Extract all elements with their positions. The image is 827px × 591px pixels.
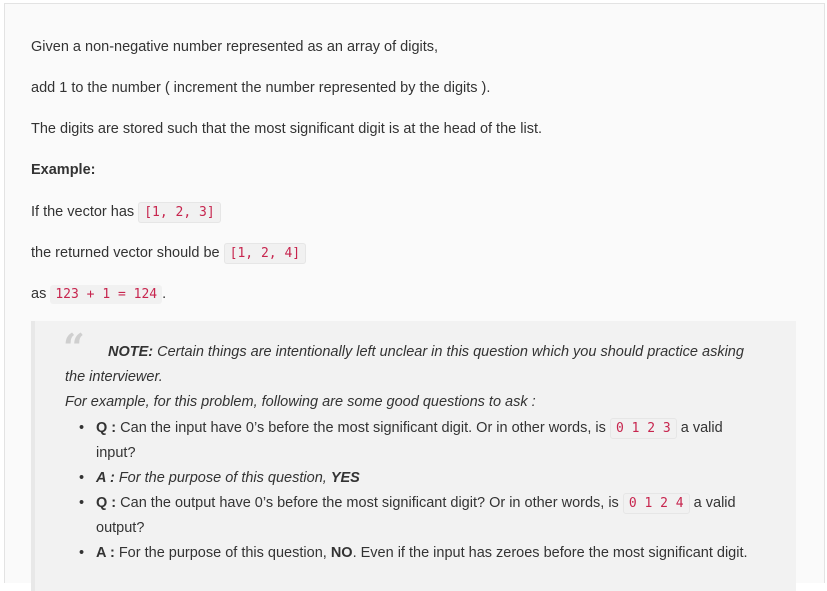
example-heading: Example:	[31, 162, 96, 178]
example-output-line: the returned vector should be [1, 2, 4]	[31, 243, 307, 264]
output-vector-code: [1, 2, 4]	[223, 243, 307, 264]
as-prefix: as	[31, 286, 47, 302]
bullet-icon: •	[79, 495, 85, 511]
note-text-1: Certain things are intentionally left un…	[153, 344, 744, 360]
qa-text: Can the output have 0’s before the most …	[116, 495, 623, 511]
qa-prefix: Q :	[96, 495, 117, 511]
qa-suffix: a valid	[689, 495, 736, 511]
note-line-3: For example, for this problem, following…	[65, 394, 536, 410]
example-expression-line: as 123 + 1 = 124.	[31, 284, 166, 305]
description-line-2: add 1 to the number ( increment the numb…	[31, 80, 491, 96]
input-vector-code: [1, 2, 3]	[138, 202, 221, 223]
quote-icon: “	[63, 325, 85, 370]
as-suffix: .	[162, 286, 167, 302]
description-line-1: Given a non-negative number represented …	[31, 39, 439, 55]
qa-prefix: A :	[96, 470, 115, 486]
example-input-line: If the vector has [1, 2, 3]	[31, 202, 221, 223]
qa-wrap: input?	[96, 445, 136, 461]
bullet-icon: •	[79, 470, 85, 486]
qa-code: 0 1 2 3	[609, 418, 677, 439]
list-item: • A : For the purpose of this question, …	[65, 541, 765, 566]
qa-text: Can the input have 0’s before the most s…	[116, 420, 610, 436]
qa-text: For the purpose of this question,	[114, 470, 331, 486]
input-prefix: If the vector has	[31, 204, 135, 220]
description-line-3: The digits are stored such that the most…	[31, 121, 542, 137]
note-line-1: NOTE: Certain things are intentionally l…	[108, 342, 744, 362]
qa-emphasis: YES	[330, 470, 360, 486]
qa-after: . Even if the input has zeroes before th…	[352, 545, 748, 561]
qa-prefix: A :	[96, 545, 115, 561]
qa-wrap: output?	[96, 520, 145, 536]
expression-code: 123 + 1 = 124	[50, 285, 163, 304]
qa-text: For the purpose of this question,	[114, 545, 331, 561]
qa-code: 0 1 2 4	[622, 493, 690, 514]
bullet-icon: •	[79, 420, 85, 436]
list-item: • Q : Can the output have 0’s before the…	[65, 491, 765, 541]
qa-emphasis: NO	[330, 545, 353, 561]
note-blockquote: “ NOTE: Certain things are intentionally…	[31, 321, 796, 591]
list-item: • Q : Can the input have 0’s before the …	[65, 416, 765, 466]
output-prefix: the returned vector should be	[31, 245, 220, 261]
qa-suffix: a valid	[676, 420, 723, 436]
qa-prefix: Q :	[96, 420, 117, 436]
qa-list: • Q : Can the input have 0’s before the …	[65, 416, 765, 566]
list-item: • A : For the purpose of this question, …	[65, 466, 765, 491]
bullet-icon: •	[79, 545, 85, 561]
note-label: NOTE:	[108, 344, 154, 360]
note-line-2: the interviewer.	[65, 369, 163, 385]
problem-description: Given a non-negative number represented …	[4, 3, 825, 591]
